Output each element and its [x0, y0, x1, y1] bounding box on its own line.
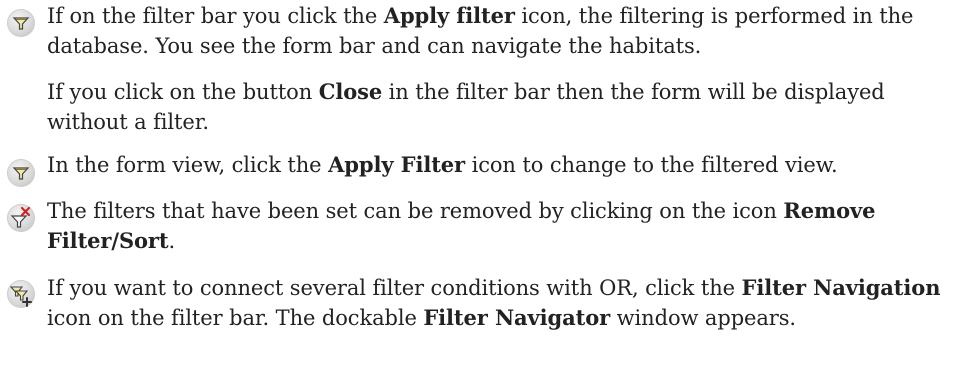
help-document: If on the filter bar you click the Apply… [0, 0, 957, 375]
remove-filter-sort-icon [7, 204, 35, 232]
paragraph-text: The filters that have been set can be re… [47, 198, 876, 253]
paragraph-text: If you want to connect several filter co… [47, 275, 941, 330]
apply-filter-icon [7, 9, 35, 37]
paragraph-text: If you click on the button Close in the … [47, 79, 885, 134]
paragraph-text: If on the filter bar you click the Apply… [47, 3, 914, 58]
filter-navigation-icon [7, 280, 35, 308]
apply-filter-icon [7, 159, 35, 187]
paragraph-text: In the form view, click the Apply Filter… [47, 152, 838, 177]
